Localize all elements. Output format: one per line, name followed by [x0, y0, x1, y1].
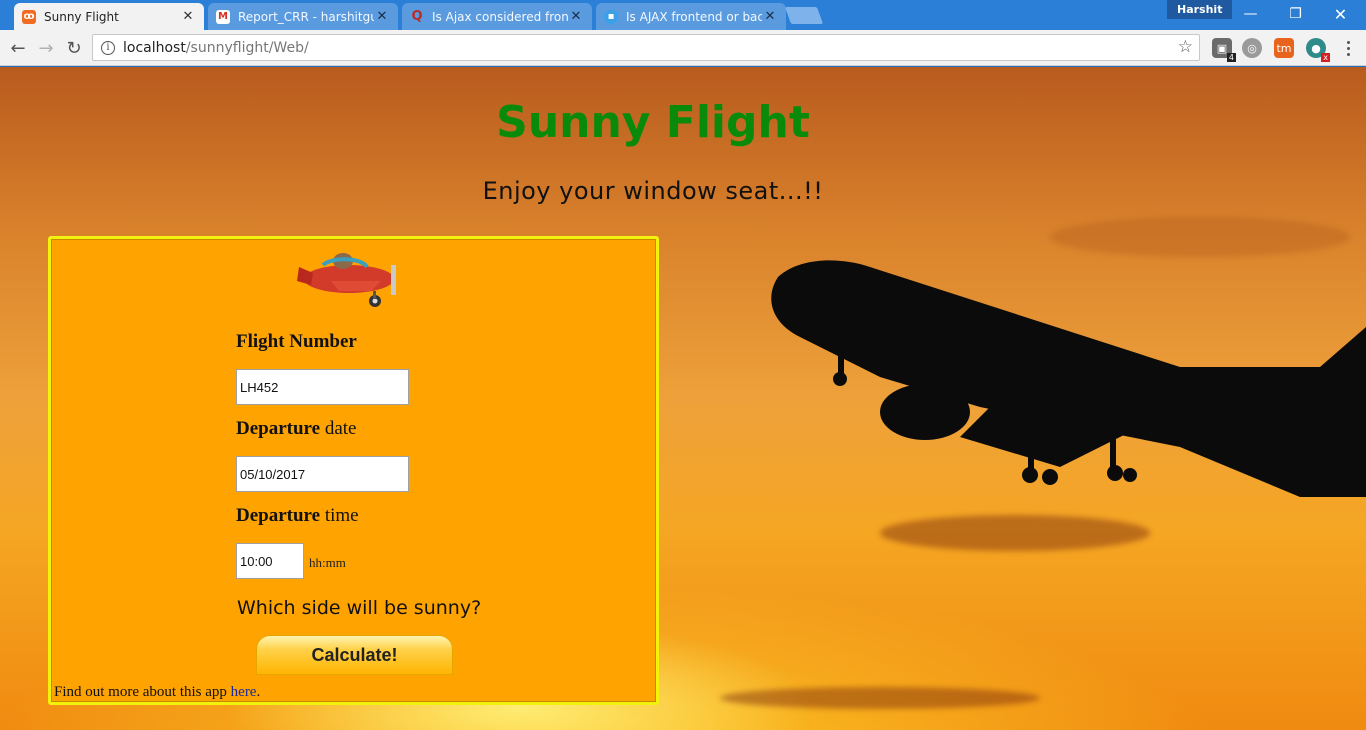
background-cloud	[720, 687, 1040, 709]
browser-toolbar: ← → ↻ i localhost/sunnyflight/Web/ ☆ ▣ 4 …	[0, 30, 1366, 66]
close-tab-icon[interactable]: ✕	[180, 9, 196, 24]
new-tab-button[interactable]	[784, 7, 824, 24]
browser-title-bar: ꝏ Sunny Flight ✕ M Report_CRR - harshitg…	[0, 0, 1366, 30]
flight-number-label: Flight Number	[236, 331, 357, 352]
page-title: Sunny Flight	[496, 97, 810, 148]
about-link[interactable]: here	[231, 684, 257, 700]
tab-title: Sunny Flight	[44, 9, 119, 24]
address-bar[interactable]: i localhost/sunnyflight/Web/ ☆	[92, 34, 1200, 61]
tab-title: Is Ajax considered front-	[432, 9, 568, 24]
about-footnote: Find out more about this app here.	[54, 684, 261, 700]
bookmark-star-icon[interactable]: ☆	[1178, 37, 1193, 57]
extension-globe-icon[interactable]: ◎	[1242, 38, 1262, 58]
departure-date-input[interactable]: 05/10/2017	[236, 456, 409, 492]
time-format-hint: hh:mm	[309, 555, 346, 570]
gmail-icon: M	[216, 9, 230, 24]
tab-report-crr[interactable]: M Report_CRR - harshitguj ✕	[208, 3, 398, 30]
extension-chat-badge: x	[1321, 53, 1330, 62]
xampp-icon: ꝏ	[22, 9, 36, 24]
url-host: localhost	[123, 39, 186, 56]
forward-icon[interactable]: →	[34, 36, 58, 60]
tab-title: Report_CRR - harshitguj	[238, 9, 374, 24]
departure-time-input[interactable]: 10:00	[236, 543, 304, 579]
reload-icon[interactable]: ↻	[62, 36, 86, 60]
extension-badge-count: 4	[1226, 53, 1236, 62]
tab-sunny-flight[interactable]: ꝏ Sunny Flight ✕	[14, 3, 204, 30]
tab-quora[interactable]: Q Is Ajax considered front- ✕	[402, 3, 592, 30]
browser-menu-icon[interactable]	[1340, 36, 1356, 60]
departure-date-label: Departure date	[236, 418, 357, 439]
chat-bubble-icon: ▪	[604, 9, 618, 24]
close-tab-icon[interactable]: ✕	[762, 9, 778, 24]
flight-form-card: Flight Number LH452 Departure date 05/10…	[48, 236, 659, 705]
airplane-silhouette-icon	[771, 260, 1366, 497]
restore-icon[interactable]: ❐	[1273, 0, 1318, 28]
extension-tm-icon[interactable]: tm	[1274, 38, 1294, 58]
calculate-button[interactable]: Calculate!	[256, 635, 453, 675]
extension-chat-icon[interactable]: ● x	[1306, 38, 1330, 62]
tab-ajax[interactable]: ▪ Is AJAX frontend or back ✕	[596, 3, 786, 30]
cartoon-plane-icon	[297, 253, 396, 307]
close-tab-icon[interactable]: ✕	[568, 9, 584, 24]
flight-number-input[interactable]: LH452	[236, 369, 409, 405]
profile-name[interactable]: Harshit	[1167, 0, 1233, 19]
quora-icon: Q	[411, 9, 423, 24]
page-tagline: Enjoy your window seat...!!	[482, 177, 824, 205]
close-tab-icon[interactable]: ✕	[374, 9, 390, 24]
url-path: /sunnyflight/Web/	[185, 39, 309, 56]
info-icon[interactable]: i	[101, 40, 115, 55]
close-window-icon[interactable]: ✕	[1318, 0, 1363, 28]
page-viewport: Sunny Flight Enjoy your window seat...!!…	[0, 67, 1366, 730]
sunny-side-question: Which side will be sunny?	[237, 597, 482, 619]
tab-title: Is AJAX frontend or back	[626, 9, 762, 24]
extension-badge-icon[interactable]: ▣ 4	[1212, 38, 1236, 62]
minimize-icon[interactable]: —	[1228, 0, 1273, 28]
departure-time-label: Departure time	[236, 505, 359, 526]
back-icon[interactable]: ←	[6, 36, 30, 60]
